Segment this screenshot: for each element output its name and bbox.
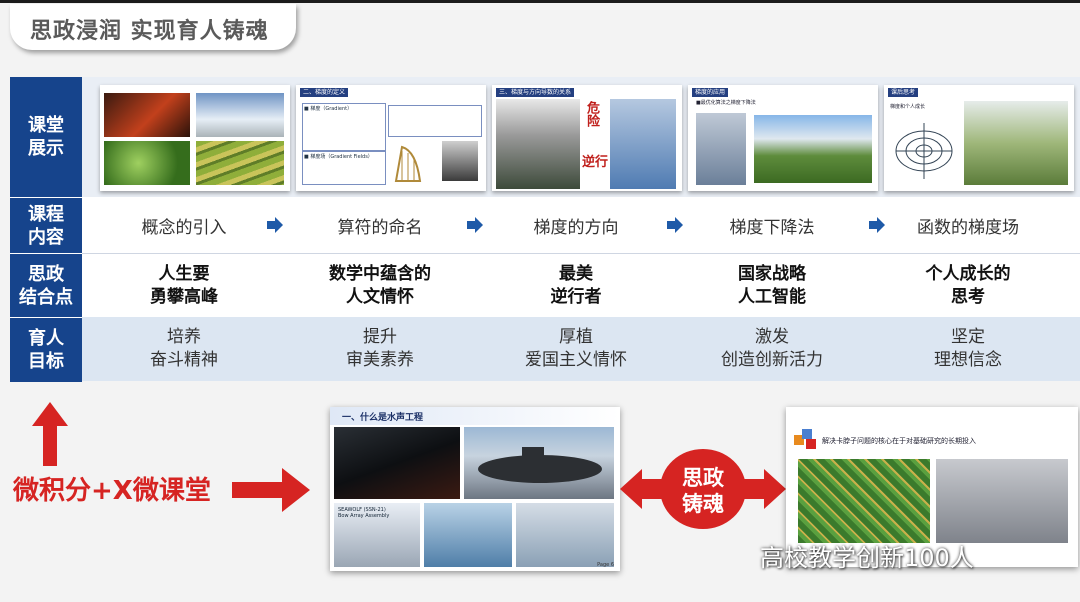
ideological-soul-label: 思政 铸魂: [682, 466, 724, 516]
arrow-right-red-icon: [232, 468, 310, 512]
curriculum-table: 课堂 展示 二、梯度的定义 ■ 梯度（Gradient） ■ 梯度场（Gradi…: [10, 77, 1080, 382]
arrow-right-icon: [667, 217, 683, 233]
arrow-up-icon: [32, 402, 68, 466]
goal-struggle: 培养 奋斗精神: [150, 327, 218, 370]
content-operator-naming: 算符的命名: [337, 217, 423, 238]
goal-aesthetic: 提升 审美素养: [346, 327, 414, 370]
top-border: [0, 0, 1080, 3]
row-label-content: 课程 内容: [10, 197, 82, 254]
arrow-right-icon: [869, 217, 885, 233]
thumbnail-gradient-field: 课后思考 梯度和个人成长: [884, 85, 1074, 191]
goal-ideals: 坚定 理想信念: [934, 327, 1002, 370]
content-gradient-descent: 梯度下降法: [729, 217, 815, 238]
content-gradient-field: 函数的梯度场: [917, 217, 1019, 238]
thumbnail-gradient-direction: 三、梯度与方向导数的关系 危险 逆行: [492, 85, 682, 191]
content-gradient-direction: 梯度的方向: [533, 217, 619, 238]
row-goal: 培养 奋斗精神 提升 审美素养 厚植 爱国主义情怀 激发 创造创新活力 坚定 理…: [82, 317, 1080, 381]
row-label-ideological: 思政 结合点: [10, 253, 82, 318]
row-content: 概念的引入 算符的命名 梯度的方向 梯度下降法 函数的梯度场: [82, 197, 1080, 253]
micro-calculus-label: 微积分+X微课堂: [13, 476, 211, 506]
watermark: 高校教学创新100人: [760, 544, 974, 572]
ideo-retrograde: 最美 逆行者: [550, 264, 602, 307]
ideo-humanistic: 数学中蕴含的 人文情怀: [329, 264, 431, 307]
row-classroom: 二、梯度的定义 ■ 梯度（Gradient） ■ 梯度场（Gradient Fi…: [82, 77, 1080, 197]
row-label-goal: 育人 目标: [10, 317, 82, 382]
goal-innovation: 激发 创造创新活力: [721, 327, 823, 370]
thumbnail-gradient-definition: 二、梯度的定义 ■ 梯度（Gradient） ■ 梯度场（Gradient Fi…: [296, 85, 486, 191]
thumbnail-gradient-descent: 梯度的应用 ■最优化算法之梯度下降法: [688, 85, 878, 191]
decorative-squares-icon: [794, 429, 816, 449]
goal-patriotism: 厚植 爱国主义情怀: [525, 327, 627, 370]
row-ideological: 人生要 勇攀高峰 数学中蕴含的 人文情怀 最美 逆行者 国家战略 人工智能 个人…: [82, 253, 1080, 318]
ideo-climb-peak: 人生要 勇攀高峰: [150, 264, 218, 307]
ideo-growth: 个人成长的 思考: [925, 264, 1011, 307]
content-concept-intro: 概念的引入: [141, 217, 227, 238]
ideo-national-ai: 国家战略 人工智能: [738, 264, 806, 307]
row-label-classroom: 课堂 展示: [10, 77, 82, 197]
page-title: 思政浸润 实现育人铸魂: [30, 19, 269, 44]
arrow-right-icon: [467, 217, 483, 233]
title-tab: 思政浸润 实现育人铸魂: [10, 4, 296, 50]
thumbnail-intro: [100, 85, 290, 191]
slide-underwater-acoustics: 一、什么是水声工程 SEAWOLF (SSN-21) Bow Array Ass…: [330, 407, 620, 571]
arrow-right-icon: [267, 217, 283, 233]
